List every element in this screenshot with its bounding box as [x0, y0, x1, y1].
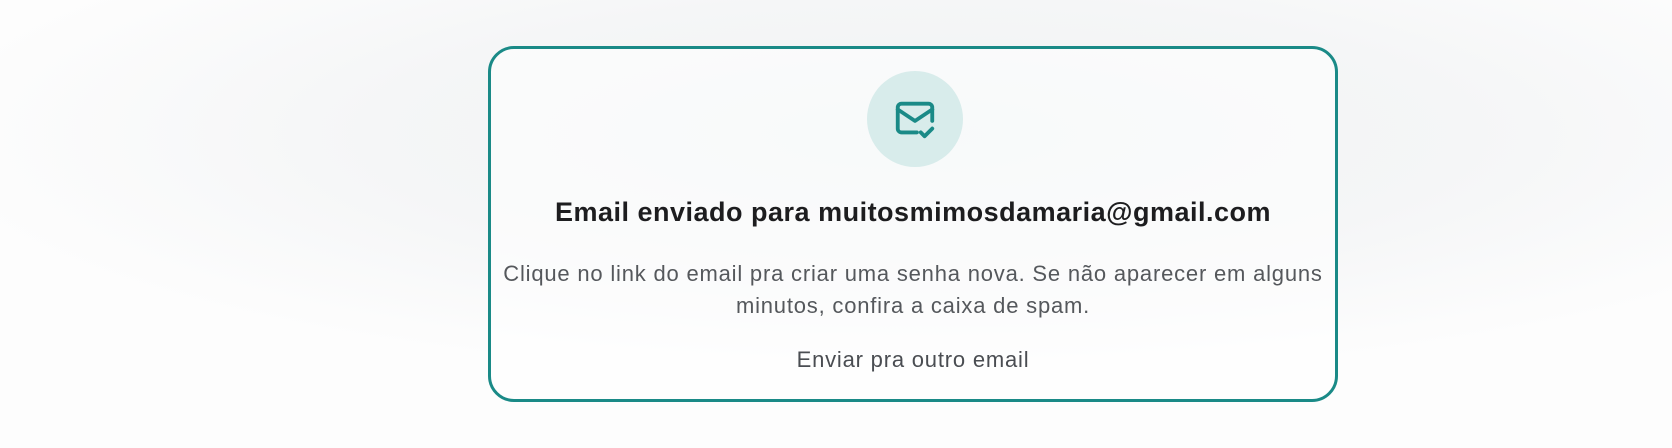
icon-badge — [867, 71, 963, 167]
mail-check-icon — [895, 101, 935, 139]
email-sent-card: Email enviado para muitosmimosdamaria@gm… — [488, 46, 1338, 402]
confirmation-message: Clique no link do email pra criar uma se… — [503, 261, 1323, 318]
confirmation-title: Email enviado para muitosmimosdamaria@gm… — [554, 197, 1272, 227]
send-to-other-email-link[interactable]: Enviar pra outro email — [797, 347, 1030, 372]
resend-link-row: Enviar pra outro email — [491, 345, 1335, 375]
